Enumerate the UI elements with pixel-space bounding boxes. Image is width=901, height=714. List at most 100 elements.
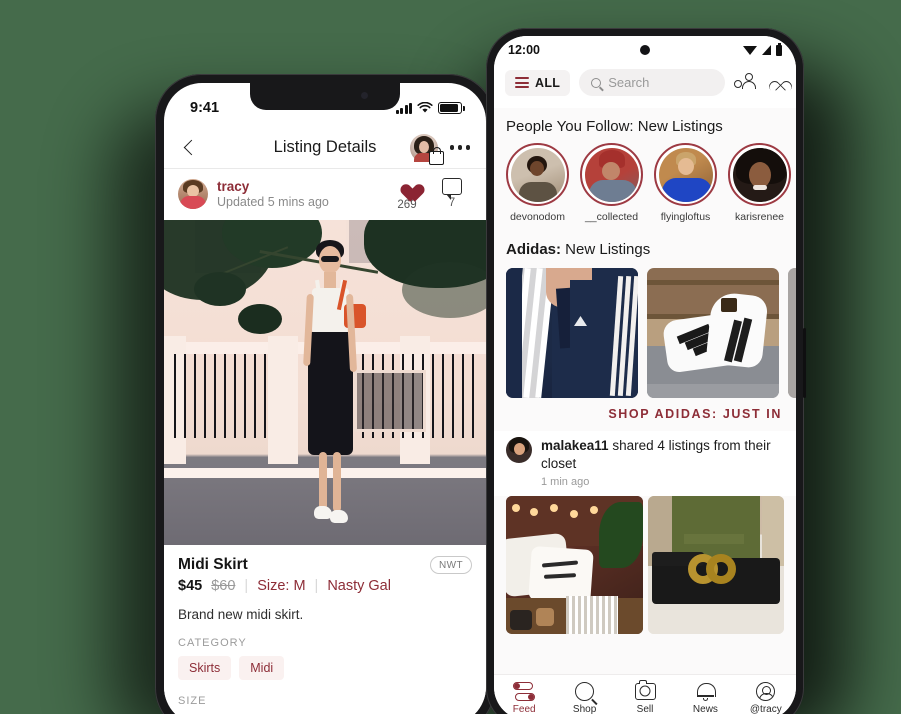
status-indicators (743, 42, 782, 56)
seller-text: tracy Updated 5 mins ago (217, 179, 329, 210)
brand-title-suffix: New Listings (561, 241, 651, 258)
category-menu-button[interactable]: ALL (505, 69, 571, 96)
find-people-icon[interactable] (734, 72, 756, 93)
status-time: 9:41 (190, 100, 220, 116)
back-chevron-icon[interactable] (180, 139, 198, 157)
tab-profile[interactable]: @tracy (736, 681, 796, 714)
bottom-tab-bar: Feed Shop Sell News @tracy (494, 674, 796, 714)
stories-row[interactable]: devonodom __collected flyingloftus karis… (494, 143, 796, 223)
brand-card[interactable] (788, 268, 796, 398)
battery-icon (776, 42, 782, 56)
story-item[interactable]: devonodom (506, 143, 569, 223)
wifi-icon (417, 102, 433, 113)
comment-bubble-icon[interactable] (442, 178, 462, 200)
seller-username[interactable]: tracy (217, 179, 329, 196)
tab-label: News (692, 703, 718, 714)
front-camera-icon (361, 92, 368, 99)
listing-meta: $45 $60 | Size: M | Nasty Gal (178, 578, 472, 594)
meta-divider: | (244, 578, 249, 594)
heart-filled-icon[interactable] (396, 177, 418, 197)
story-item[interactable]: karisrenee (728, 143, 791, 223)
seller-updated: Updated 5 mins ago (217, 195, 329, 210)
category-chip[interactable]: Skirts (178, 656, 232, 680)
battery-icon (438, 102, 465, 114)
post-image[interactable] (506, 496, 643, 635)
right-phone-screen: 12:00 ALL Search People You Follow: New … (494, 36, 796, 714)
story-username: devonodom (510, 211, 565, 223)
post-timestamp: 1 min ago (541, 476, 590, 489)
model-black-midi-skirt (308, 332, 353, 455)
comment-stat[interactable]: 7 (442, 177, 462, 211)
tab-feed[interactable]: Feed (494, 681, 554, 714)
brand-card[interactable] (506, 268, 638, 398)
cell-signal-icon (762, 45, 771, 55)
search-placeholder: Search (608, 75, 650, 90)
listing-detail-header: Listing Details (164, 127, 486, 169)
seller-avatar[interactable] (178, 179, 208, 209)
signal-bars-icon (395, 102, 412, 114)
camera-icon (634, 679, 656, 700)
post-author[interactable]: malakea11 (541, 438, 609, 453)
post-image[interactable] (647, 496, 784, 635)
listing-brand[interactable]: Nasty Gal (327, 578, 391, 594)
left-phone-device: 9:41 Listing Details tracy Updated 5 min… (155, 74, 497, 714)
power-button[interactable] (803, 328, 806, 398)
tab-label: Feed (512, 703, 536, 714)
status-time: 12:00 (508, 43, 540, 57)
seller-row[interactable]: tracy Updated 5 mins ago 269 7 (164, 169, 486, 220)
right-phone-device: 12:00 ALL Search People You Follow: New … (486, 28, 806, 714)
category-menu-label: ALL (535, 75, 561, 90)
comment-count: 7 (448, 197, 456, 209)
people-section-title: People You Follow: New Listings (506, 118, 723, 135)
shop-brand-cta[interactable]: SHOP ADIDAS: JUST IN (494, 398, 796, 431)
listing-photo[interactable] (164, 220, 486, 545)
story-ring (654, 143, 717, 206)
status-indicators (395, 102, 465, 114)
story-ring (580, 143, 643, 206)
shopping-bag-icon (428, 146, 444, 165)
tab-sell[interactable]: Sell (615, 679, 675, 714)
avatar (510, 147, 565, 202)
avatar (732, 147, 787, 202)
like-stat[interactable]: 269 (396, 177, 418, 211)
story-ring (506, 143, 569, 206)
listing-price: $45 (178, 578, 203, 594)
tab-label: @tracy (749, 703, 782, 714)
hamburger-menu-icon (515, 77, 529, 88)
listing-stats: 269 7 (396, 177, 472, 211)
story-item[interactable]: __collected (580, 143, 643, 223)
search-input[interactable]: Search (579, 69, 725, 96)
story-username: flyingloftus (660, 211, 711, 223)
feed-post-images[interactable] (494, 496, 796, 635)
listing-size[interactable]: Size: M (257, 578, 305, 594)
tab-label: Sell (636, 703, 654, 714)
android-status-bar: 12:00 (494, 36, 796, 64)
feed-icon (513, 681, 536, 701)
more-options-icon[interactable] (449, 145, 470, 150)
brand-name: Adidas: (506, 241, 562, 258)
listing-original-price: $60 (211, 578, 236, 594)
tab-news[interactable]: News (675, 681, 735, 714)
notch (250, 83, 400, 110)
header-actions (409, 133, 470, 165)
app-top-bar: ALL Search (494, 64, 796, 105)
category-chip[interactable]: Midi (239, 656, 285, 680)
user-avatar-bag-icon[interactable] (409, 133, 444, 165)
brand-card[interactable] (647, 268, 779, 398)
tab-label: Shop (572, 703, 597, 714)
bell-icon (696, 682, 716, 701)
avatar[interactable] (506, 437, 532, 463)
heart-outline-icon[interactable] (765, 74, 785, 92)
size-label: SIZE (178, 695, 207, 707)
listing-info: Midi Skirt NWT $45 $60 | Size: M | Nasty… (164, 545, 486, 714)
tab-shop[interactable]: Shop (554, 681, 614, 714)
meta-divider-2: | (314, 578, 319, 594)
profile-icon (756, 681, 776, 701)
brand-cards-row[interactable] (494, 266, 796, 398)
story-username: karisrenee (734, 211, 785, 223)
feed-scroll-area[interactable]: People You Follow: New Listings devonodo… (494, 108, 796, 674)
avatar (658, 147, 713, 202)
story-username: __collected (584, 211, 639, 223)
listing-title-row: Midi Skirt NWT (178, 556, 472, 574)
story-item[interactable]: flyingloftus (654, 143, 717, 223)
